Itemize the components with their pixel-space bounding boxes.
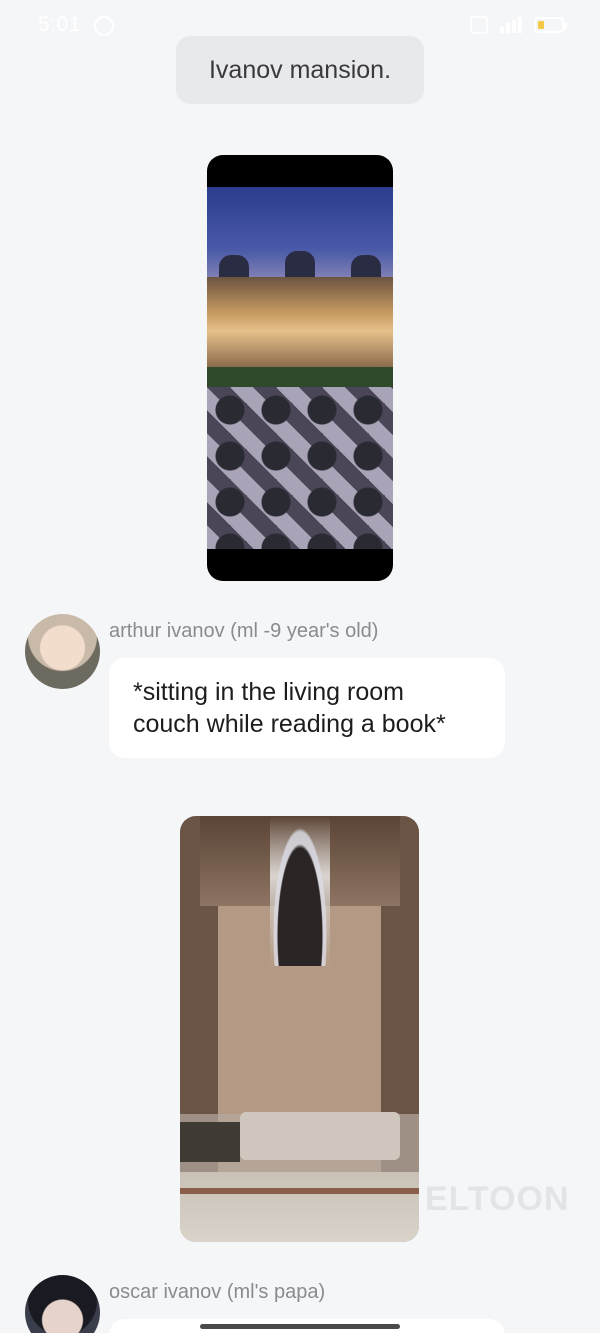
whatsapp-icon bbox=[94, 16, 114, 36]
signal-icon bbox=[500, 17, 522, 33]
avatar[interactable] bbox=[25, 1275, 100, 1333]
watermark: ELTOON bbox=[425, 1180, 570, 1218]
sender-name: arthur ivanov (ml -9 year's old) bbox=[109, 620, 379, 642]
home-indicator[interactable] bbox=[200, 1324, 400, 1329]
avatar[interactable] bbox=[25, 614, 100, 689]
message-bubble[interactable]: *sitting in the living room couch while … bbox=[109, 658, 505, 758]
message-text-line: *sitting in the living room bbox=[133, 678, 404, 706]
status-time: 5:01 bbox=[38, 13, 81, 36]
message-text-line: couch while reading a book* bbox=[133, 710, 446, 738]
status-icons bbox=[470, 16, 567, 34]
message-arthur: arthur ivanov (ml -9 year's old) *sittin… bbox=[25, 614, 525, 764]
battery-icon bbox=[534, 17, 567, 33]
living-room-image[interactable] bbox=[180, 816, 419, 1242]
battery-level bbox=[538, 21, 544, 29]
vibrate-icon bbox=[470, 16, 488, 34]
sender-name: oscar ivanov (ml's papa) bbox=[109, 1281, 326, 1303]
narration-bubble: Ivanov mansion. bbox=[176, 36, 424, 104]
mansion-image[interactable] bbox=[207, 155, 393, 581]
